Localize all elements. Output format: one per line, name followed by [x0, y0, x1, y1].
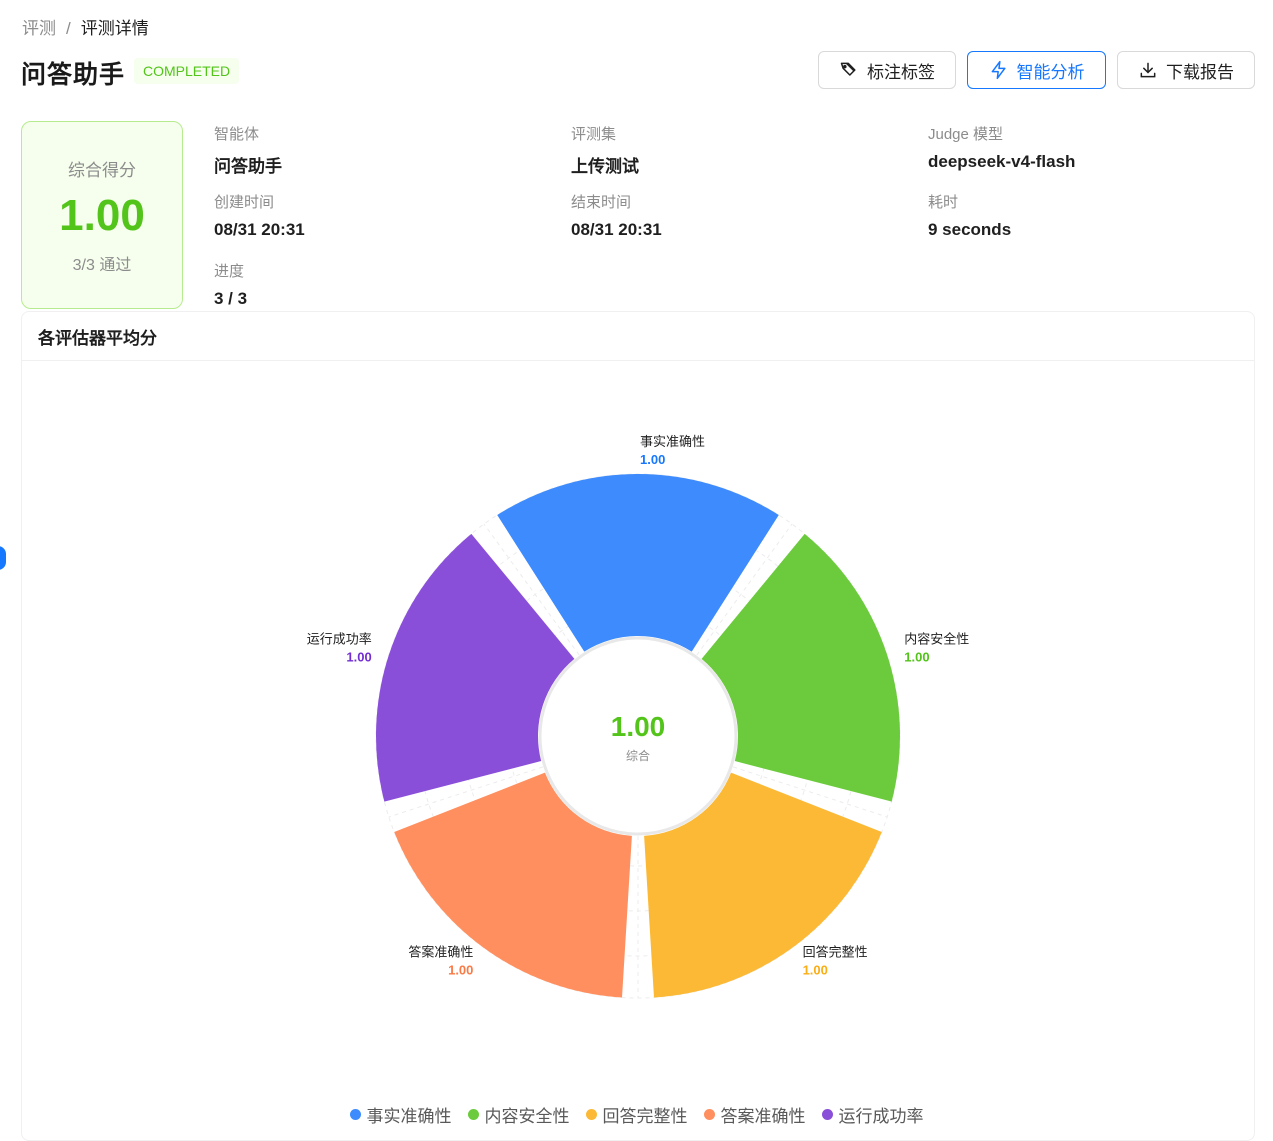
meta-judge-model: Judge 模型 deepseek-v4-flash — [928, 123, 1075, 172]
meta-ended: 结束时间 08/31 20:31 — [571, 191, 662, 240]
overall-score-label: 综合得分 — [68, 161, 136, 180]
legend-item[interactable]: 事实准确性 — [349, 1102, 452, 1127]
tag-icon — [840, 62, 856, 76]
meta-agent: 智能体 问答助手 — [214, 123, 282, 177]
legend-label: 运行成功率 — [838, 1107, 924, 1126]
analyze-button[interactable]: 智能分析 — [967, 51, 1106, 89]
meta-agent-value: 问答助手 — [214, 157, 282, 176]
breadcrumb-separator: / — [66, 19, 71, 38]
breadcrumb-parent-link[interactable]: 评测 — [22, 19, 56, 38]
download-report-button[interactable]: 下载报告 — [1117, 51, 1255, 89]
breadcrumb-current: 评测详情 — [80, 19, 149, 38]
meta-judge-value: deepseek-v4-flash — [928, 152, 1076, 171]
meta-created: 创建时间 08/31 20:31 — [214, 191, 305, 240]
legend-dot-icon — [821, 1109, 833, 1120]
status-badge: COMPLETED — [134, 58, 240, 84]
meta-dataset-label: 评测集 — [571, 126, 617, 143]
meta-created-value: 08/31 20:31 — [214, 220, 305, 239]
meta-duration: 耗时 9 seconds — [928, 191, 1011, 240]
legend-dot-icon — [467, 1109, 479, 1120]
meta-progress-label: 进度 — [214, 263, 245, 280]
chart-legend: 事实准确性 内容安全性 回答完整性 答案准确性 运行成功率 — [0, 1102, 1273, 1127]
overall-score-value: 1.00 — [59, 191, 145, 240]
legend-label: 答案准确性 — [720, 1107, 806, 1126]
legend-dot-icon — [349, 1109, 361, 1120]
meta-dataset-value: 上传测试 — [571, 157, 639, 176]
legend-dot-icon — [585, 1109, 597, 1120]
meta-ended-label: 结束时间 — [571, 194, 632, 211]
meta-dataset: 评测集 上传测试 — [571, 123, 639, 177]
legend-item[interactable]: 内容安全性 — [467, 1102, 570, 1127]
legend-label: 内容安全性 — [484, 1107, 570, 1126]
meta-duration-value: 9 seconds — [928, 220, 1012, 239]
meta-ended-value: 08/31 20:31 — [571, 220, 662, 239]
legend-dot-icon — [703, 1109, 715, 1120]
legend-item[interactable]: 答案准确性 — [703, 1102, 806, 1127]
evaluator-scores-panel: 各评估器平均分 — [21, 311, 1255, 1141]
meta-progress-value: 3 / 3 — [214, 289, 248, 308]
meta-progress: 进度 3 / 3 — [214, 260, 247, 309]
page-title: 问答助手 — [21, 61, 126, 89]
legend-item[interactable]: 运行成功率 — [821, 1102, 924, 1127]
meta-created-label: 创建时间 — [214, 194, 275, 211]
lightning-icon — [991, 60, 1006, 80]
legend-label: 回答完整性 — [602, 1107, 688, 1126]
tag-button[interactable]: 标注标签 — [818, 51, 956, 89]
pass-count: 3/3 通过 — [72, 257, 132, 274]
analyze-button-label: 智能分析 — [1016, 62, 1085, 82]
breadcrumb: 评测 / 评测详情 — [22, 14, 149, 39]
overall-score-card: 综合得分 1.00 3/3 通过 — [21, 121, 183, 309]
tag-button-label: 标注标签 — [867, 62, 935, 82]
panel-title: 各评估器平均分 — [22, 312, 1254, 361]
side-indicator[interactable] — [0, 546, 6, 570]
download-button-label: 下载报告 — [1166, 62, 1234, 82]
meta-duration-label: 耗时 — [928, 194, 959, 211]
download-icon — [1140, 62, 1156, 78]
legend-item[interactable]: 回答完整性 — [585, 1102, 688, 1127]
legend-label: 事实准确性 — [366, 1107, 452, 1126]
meta-judge-label: Judge 模型 — [928, 126, 1004, 143]
meta-agent-label: 智能体 — [214, 126, 260, 143]
